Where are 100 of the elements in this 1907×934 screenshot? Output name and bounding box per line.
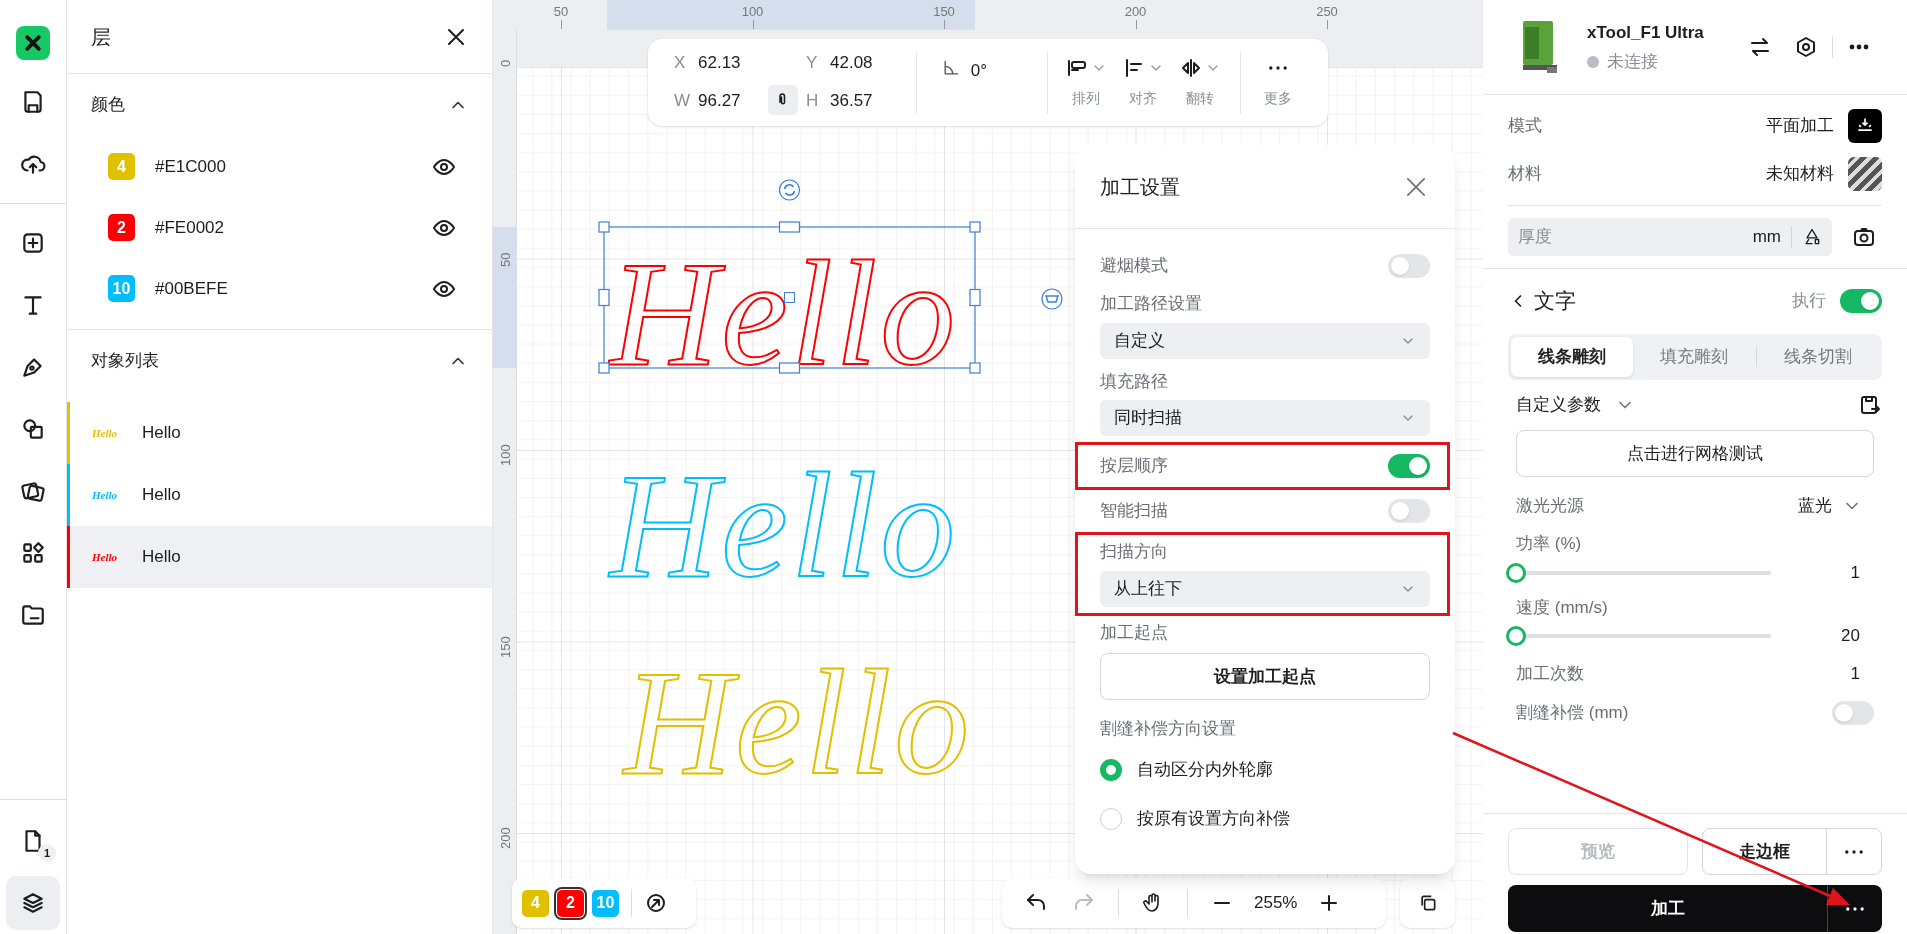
ruler-label: 150 [933, 3, 955, 21]
mode-value[interactable]: 平面加工 [1766, 113, 1834, 139]
radio-option[interactable]: 自动区分内外轮廓 [1100, 745, 1430, 795]
toggle-switch[interactable] [1388, 499, 1430, 523]
settings-icon[interactable] [1794, 35, 1818, 59]
radio-option[interactable]: 按原有设置方向补偿 [1100, 794, 1430, 844]
setting-label: 加工起点 [1100, 621, 1169, 644]
grid-test-button[interactable]: 点击进行网格测试 [1516, 430, 1874, 477]
field-label: H [806, 89, 820, 112]
param-value[interactable]: 1 [1850, 661, 1860, 687]
apps-icon [20, 540, 46, 566]
slider-value[interactable]: 1 [1850, 559, 1860, 586]
preset-dropdown[interactable]: 自定义参数 [1508, 392, 1643, 418]
more-icon [1268, 66, 1287, 70]
align-button[interactable]: 对齐 [1114, 56, 1172, 109]
dialog-title: 加工设置 [1100, 174, 1180, 200]
object-thumbnail: Hello [92, 549, 119, 565]
section-title: 颜色 [91, 94, 125, 117]
arrange-button[interactable]: 排列 [1057, 56, 1115, 109]
transform-handle-icon[interactable] [1041, 288, 1063, 310]
ruler-label: 150 [499, 635, 512, 660]
ruler-label: 0 [499, 59, 512, 68]
laser-source-dropdown[interactable]: 蓝光 [1798, 493, 1862, 519]
toggle-switch[interactable] [1840, 289, 1882, 313]
setting-label: 速度 (mm/s) [1516, 596, 1609, 619]
selection-box[interactable] [598, 221, 981, 374]
more-icon [1846, 906, 1864, 911]
angle-value[interactable]: 0° [970, 57, 988, 83]
thickness-input[interactable]: 厚度 [1518, 224, 1753, 250]
page-count-badge: 1 [38, 844, 56, 862]
setting-label: 激光光源 [1516, 495, 1585, 518]
tab[interactable]: 线条雕刻 [1511, 337, 1634, 377]
setting-label: 材料 [1508, 163, 1543, 186]
tab[interactable]: 线条切割 [1756, 337, 1879, 377]
camera-icon[interactable] [1852, 225, 1876, 249]
ruler-label: 50 [499, 251, 512, 269]
device-name: xTool_F1 Ultra [1587, 21, 1705, 44]
setting-label: 填充路径 [1100, 370, 1169, 393]
path-start-icon[interactable] [644, 891, 668, 915]
field-value[interactable]: 36.57 [830, 87, 892, 113]
field-value[interactable]: 96.27 [698, 87, 760, 113]
object-name: Hello [142, 484, 181, 507]
setting-label: 避烟模式 [1100, 255, 1168, 278]
slider-thumb[interactable] [1506, 626, 1526, 646]
layer-color-chip: 4 [108, 153, 135, 180]
zoom-level: 255% [1254, 892, 1298, 915]
dropdown[interactable]: 自定义 [1100, 322, 1430, 359]
folder-icon [20, 602, 46, 628]
object-list-item[interactable]: Hello Hello [67, 526, 492, 588]
layers-icon [20, 890, 46, 916]
slider-value[interactable]: 20 [1841, 623, 1860, 649]
layer-chip[interactable]: 2 [557, 889, 584, 917]
toggle-switch[interactable] [1388, 454, 1430, 478]
field-value[interactable]: 42.08 [830, 49, 892, 76]
layer-color-name: #FE0002 [155, 216, 225, 239]
slider-track[interactable] [1506, 626, 1771, 646]
section-title: 对象列表 [91, 350, 159, 373]
layer-color-chip: 10 [108, 275, 135, 302]
section-title: 文字 [1534, 288, 1577, 315]
copy-button[interactable] [1400, 878, 1455, 928]
field-value[interactable]: 62.13 [698, 49, 760, 76]
dropdown[interactable]: 同时扫描 [1100, 400, 1430, 436]
setting-label: 加工次数 [1516, 663, 1585, 686]
set-start-point-button[interactable]: 设置加工起点 [1100, 653, 1430, 700]
setting-label: 割缝补偿 (mm) [1516, 702, 1630, 725]
more-button[interactable]: 更多 [1253, 56, 1302, 109]
ruler-label: 200 [1124, 3, 1147, 21]
slider-track[interactable] [1506, 562, 1771, 583]
tab[interactable]: 填充雕刻 [1633, 337, 1756, 377]
toggle-switch[interactable] [1388, 254, 1430, 278]
ruler-label: 100 [741, 3, 764, 21]
field-label: Y [806, 51, 819, 74]
save-preset-icon[interactable] [1858, 393, 1882, 417]
slider-thumb[interactable] [1506, 562, 1526, 583]
setting-label: 加工路径设置 [1100, 293, 1203, 315]
document-button[interactable]: 1 [6, 814, 60, 868]
field-label: X [674, 51, 687, 74]
rotate-handle-icon[interactable] [778, 179, 801, 201]
radio-button[interactable] [1100, 759, 1122, 781]
ruler-label: 100 [499, 443, 512, 469]
toggle-switch[interactable] [1832, 701, 1874, 725]
thickness-field[interactable]: 厚度 mm [1508, 218, 1832, 256]
ruler-label: 50 [553, 3, 569, 21]
setting-label: 按层顺序 [1100, 455, 1168, 478]
material-value[interactable]: 未知材料 [1766, 161, 1834, 187]
more-icon [1845, 849, 1863, 854]
layers-button[interactable] [6, 876, 60, 930]
object-thumbnail: Hello [92, 487, 119, 503]
flip-button[interactable]: 翻转 [1171, 56, 1229, 109]
unit-label: mm [1752, 226, 1781, 249]
material-pattern-icon[interactable] [1848, 157, 1882, 191]
logo-icon[interactable] [16, 26, 50, 60]
ruler-label: 200 [499, 826, 512, 852]
link-button[interactable] [768, 85, 798, 116]
layer-color-name: #00BEFE [155, 277, 229, 300]
execute-label: 执行 [1792, 290, 1826, 313]
dropdown[interactable]: 从上往下 [1100, 570, 1430, 607]
field-label: W [674, 89, 692, 112]
ruler-label: 250 [1316, 3, 1338, 21]
switch-icon[interactable] [1748, 35, 1772, 59]
